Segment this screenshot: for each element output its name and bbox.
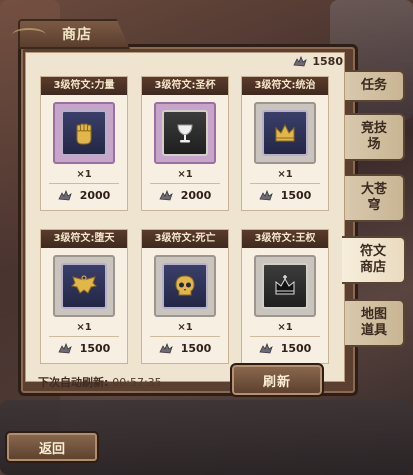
rune-tile <box>162 110 208 156</box>
divider <box>150 336 220 337</box>
tab-rune-shop[interactable]: 符文 商店 <box>342 236 406 284</box>
crystal-shard-icon <box>259 189 273 200</box>
item-icon-frame <box>254 102 316 164</box>
divider <box>250 183 320 184</box>
item-quantity: ×1 <box>76 169 92 180</box>
tab-label-line2: 场 <box>367 137 381 152</box>
item-price: 1500 <box>242 342 328 355</box>
back-button[interactable]: 返回 <box>5 431 99 463</box>
item-price: 1500 <box>41 342 127 355</box>
title-ornament-icon <box>12 28 46 42</box>
tab-label: 竞技 <box>360 121 387 136</box>
item-name: 3级符文:力量 <box>41 77 127 95</box>
item-price: 1500 <box>142 342 228 355</box>
price-value: 2000 <box>180 189 212 202</box>
divider <box>250 336 320 337</box>
item-quantity: ×1 <box>76 322 92 333</box>
tab-label: 大苍 <box>360 182 387 197</box>
tab-great-sky[interactable]: 大苍 穹 <box>345 174 405 222</box>
item-price: 2000 <box>41 189 127 202</box>
crown-icon <box>275 123 295 142</box>
item-price: 1500 <box>242 189 328 202</box>
item-icon-frame <box>53 255 115 317</box>
divider <box>150 183 220 184</box>
rune-tile <box>162 263 208 309</box>
item-icon-frame <box>154 102 216 164</box>
shop-item-card[interactable]: 3级符文:圣杯 ×1 2000 <box>141 76 229 211</box>
shop-item-card[interactable]: 3级符文:统治 ×1 1500 <box>241 76 329 211</box>
tab-label: 任务 <box>360 78 387 93</box>
rune-tile <box>262 263 308 309</box>
tab-label-line2: 穹 <box>367 198 381 213</box>
shop-item-card[interactable]: 3级符文:死亡 ×1 1500 <box>141 229 229 364</box>
tab-quests[interactable]: 任务 <box>345 70 405 102</box>
item-name: 3级符文:统治 <box>242 77 328 95</box>
skull-icon <box>175 275 195 296</box>
shop-item-card[interactable]: 3级符文:王权 ×1 1500 <box>241 229 329 364</box>
tab-label-line2: 道具 <box>360 323 387 338</box>
tab-label: 地图 <box>360 307 387 322</box>
item-name: 3级符文:圣杯 <box>142 77 228 95</box>
tab-label: 符文 <box>359 244 386 259</box>
rune-tile <box>61 110 107 156</box>
auto-refresh-label: 下次自动刷新: <box>38 376 109 389</box>
item-quantity: ×1 <box>277 322 293 333</box>
item-name: 3级符文:死亡 <box>142 230 228 248</box>
divider <box>49 183 119 184</box>
item-icon-frame <box>254 255 316 317</box>
refresh-timer: 00:57:35 <box>112 376 162 389</box>
crystal-shard-icon <box>293 55 308 66</box>
tab-map-items[interactable]: 地图 道具 <box>345 299 405 347</box>
crystal-shard-icon <box>159 189 173 200</box>
price-value: 2000 <box>79 189 111 202</box>
tab-arena[interactable]: 竞技 场 <box>345 113 405 161</box>
item-name: 3级符文:王权 <box>242 230 328 248</box>
item-quantity: ×1 <box>277 169 293 180</box>
auto-refresh-info: 下次自动刷新: 00:57:35 <box>38 374 162 390</box>
price-value: 1500 <box>280 189 312 202</box>
refresh-button[interactable]: 刷新 <box>230 363 324 397</box>
crystal-shard-icon <box>58 189 72 200</box>
crystal-shard-icon <box>159 342 173 353</box>
shop-item-card[interactable]: 3级符文:堕天 ×1 1500 <box>40 229 128 364</box>
rune-tile <box>262 110 308 156</box>
item-quantity: ×1 <box>177 322 193 333</box>
tab-label-line2: 商店 <box>359 260 386 275</box>
page-title: 商店 <box>62 27 92 43</box>
rune-tile <box>61 263 107 309</box>
dark-crown-icon <box>275 275 295 295</box>
fist-icon <box>76 123 92 145</box>
chalice-icon <box>177 124 193 143</box>
item-icon-frame <box>154 255 216 317</box>
item-name: 3级符文:堕天 <box>41 230 127 248</box>
item-quantity: ×1 <box>177 169 193 180</box>
shop-item-card[interactable]: 3级符文:力量 ×1 2000 <box>40 76 128 211</box>
crystal-shard-icon <box>259 342 273 353</box>
price-value: 1500 <box>79 342 111 355</box>
winged-emblem-icon <box>70 275 98 294</box>
item-icon-frame <box>53 102 115 164</box>
currency-display: 1580 <box>293 55 343 68</box>
crystal-shard-icon <box>58 342 72 353</box>
item-price: 2000 <box>142 189 228 202</box>
price-value: 1500 <box>180 342 212 355</box>
divider <box>49 336 119 337</box>
currency-amount: 1580 <box>312 55 343 68</box>
price-value: 1500 <box>280 342 312 355</box>
